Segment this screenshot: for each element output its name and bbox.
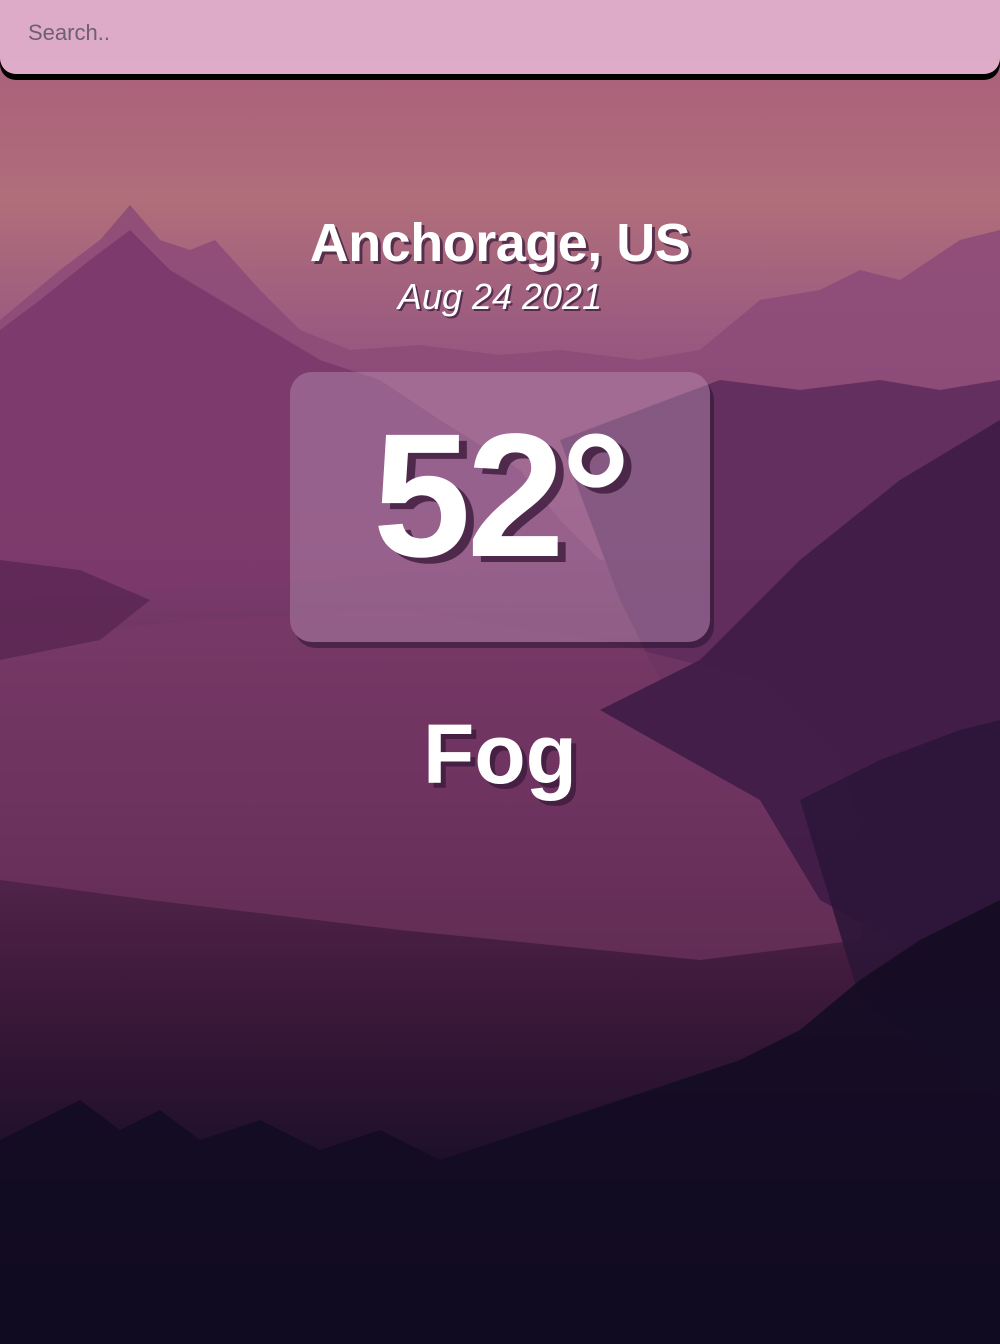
weather-content: Anchorage, US Aug 24 2021 52° Fog: [0, 0, 1000, 1344]
current-date: Aug 24 2021: [397, 276, 603, 317]
weather-condition: Fog: [423, 707, 577, 801]
location-title: Anchorage, US: [309, 213, 691, 273]
temperature-value: 52°: [372, 398, 631, 594]
search-bar: [0, 0, 1000, 74]
weather-app: Anchorage, US Aug 24 2021 52° Fog: [0, 0, 1000, 1344]
search-input[interactable]: [0, 0, 1000, 66]
temperature-card: 52°: [290, 372, 710, 642]
